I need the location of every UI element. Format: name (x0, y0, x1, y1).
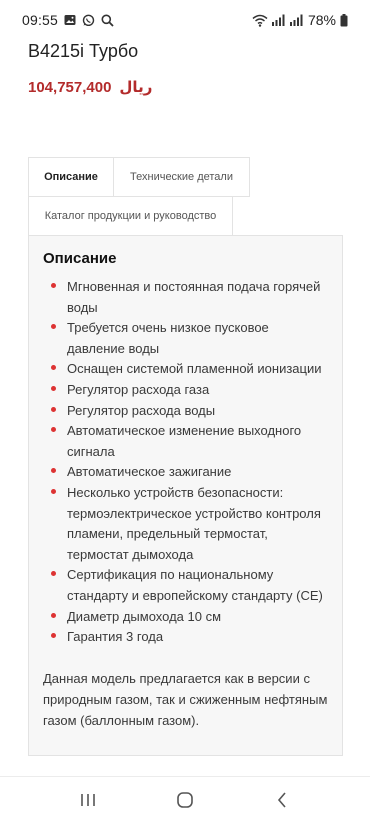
description-heading: Описание (43, 250, 117, 267)
battery-icon (340, 13, 348, 27)
list-item-text: Регулятор расхода воды (67, 402, 216, 418)
status-bar: 09:55 78% (0, 0, 370, 40)
signal-icon (289, 14, 304, 26)
bullet-icon (51, 468, 56, 474)
battery-percent: 78% (307, 12, 336, 28)
list-item-text: Диаметр дымохода 10 см (67, 608, 222, 624)
signal-icon (271, 14, 286, 26)
bullet-icon (51, 365, 56, 371)
status-time: 09:55 (22, 12, 59, 28)
back-button[interactable] (262, 785, 302, 815)
description-note: Данная модель предлагается как в версии … (43, 670, 328, 728)
list-item: Сертификация по национальному стандарту … (43, 565, 328, 606)
back-icon (277, 791, 286, 808)
list-item: Мгновенная и постоянная подача горячей в… (43, 277, 328, 318)
list-item-text: Сертификация по национальному стандарту … (67, 567, 323, 603)
list-item: Автоматическое изменение выходного сигна… (43, 421, 328, 462)
price-value: 104,757,400 (28, 79, 112, 96)
home-icon (177, 791, 193, 808)
list-item-text: Несколько устройств безопасности: термоэ… (67, 484, 321, 562)
tab-catalog-manuals[interactable]: Каталог продукции и руководство (28, 196, 233, 236)
description-panel: Описание Мгновенная и постоянная подача … (28, 235, 343, 756)
list-item: Несколько устройств безопасности: термоэ… (43, 483, 328, 565)
price-currency: ریال (119, 79, 153, 96)
list-item-text: Гарантия 3 года (67, 629, 164, 645)
bullet-icon (51, 571, 56, 577)
bullet-icon (51, 406, 56, 412)
whatsapp-icon (82, 14, 95, 27)
wifi-icon (252, 14, 268, 27)
bullet-icon (51, 283, 56, 289)
status-left: 09:55 (22, 12, 114, 28)
home-button[interactable] (165, 785, 205, 815)
bullet-icon (51, 612, 56, 618)
list-item: Гарантия 3 года (43, 627, 328, 648)
recent-apps-icon (81, 793, 96, 806)
list-item-text: Автоматическое изменение выходного сигна… (67, 423, 302, 459)
bullet-icon (51, 386, 56, 392)
bullet-icon (51, 324, 56, 330)
bullet-icon (51, 489, 56, 494)
list-item-text: Оснащен системой пламенной ионизации (67, 361, 322, 377)
list-item-text: Регулятор расхода газа (67, 381, 210, 397)
list-item: Оснащен системой пламенной ионизации (43, 359, 328, 380)
list-item-text: Требуется очень низкое пусковое давление… (67, 320, 269, 356)
tab-description[interactable]: Описание (28, 157, 114, 197)
image-icon (64, 14, 76, 26)
list-item: Автоматическое зажигание (43, 462, 328, 483)
list-item: Регулятор расхода воды (43, 401, 328, 422)
bullet-icon (51, 427, 56, 433)
list-item-text: Автоматическое зажигание (67, 464, 232, 480)
list-item: Диаметр дымохода 10 см (43, 607, 328, 628)
bullet-icon (51, 633, 56, 639)
tab-technical-details[interactable]: Технические детали (113, 157, 250, 197)
recent-apps-button[interactable] (68, 785, 108, 815)
list-item: Требуется очень низкое пусковое давление… (43, 318, 328, 359)
system-nav-bar (0, 776, 370, 822)
feature-list: Мгновенная и постоянная подача горячей в… (43, 277, 328, 648)
search-icon (101, 14, 114, 27)
product-title: B4215i Турбо (28, 41, 139, 61)
price: 104,757,400 ریال (28, 78, 152, 96)
status-right: 78% (252, 12, 348, 28)
list-item: Регулятор расхода газа (43, 380, 328, 401)
list-item-text: Мгновенная и постоянная подача горячей в… (67, 279, 321, 315)
